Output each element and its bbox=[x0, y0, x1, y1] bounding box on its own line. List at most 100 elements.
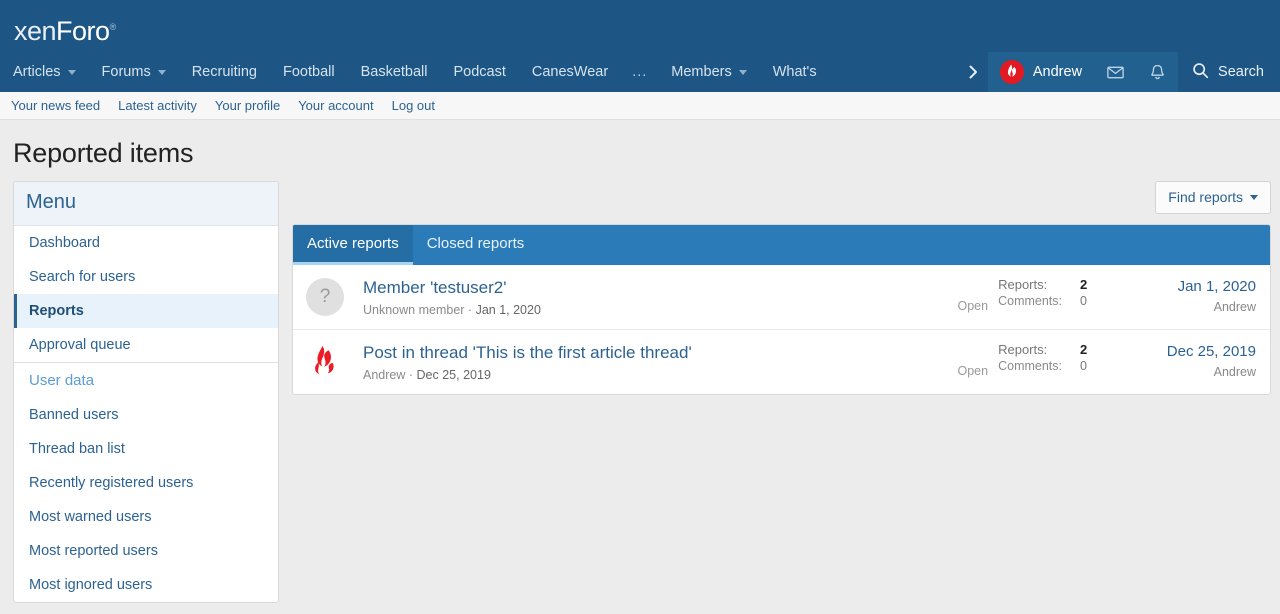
last-activity-user: Andrew bbox=[1128, 365, 1256, 379]
sidebar-item-thread-ban-list[interactable]: Thread ban list bbox=[14, 432, 278, 466]
tab-active-reports[interactable]: Active reports bbox=[293, 225, 413, 265]
chevron-down-icon bbox=[739, 70, 747, 75]
reports-count-label: Reports: bbox=[998, 342, 1062, 357]
sidebar-header: Menu bbox=[14, 182, 278, 226]
nav-item-whats-new[interactable]: What's bbox=[760, 52, 830, 92]
nav-item-label: What's bbox=[773, 64, 817, 80]
nav-overflow-menu[interactable]: ... bbox=[621, 52, 658, 92]
sidebar-item-approval-queue[interactable]: Approval queue bbox=[14, 328, 278, 362]
comments-count-label: Comments: bbox=[998, 294, 1062, 308]
sidebar-item-banned-users[interactable]: Banned users bbox=[14, 398, 278, 432]
sidebar: Menu Dashboard Search for users Reports … bbox=[13, 181, 279, 603]
last-activity-date[interactable]: Dec 25, 2019 bbox=[1128, 342, 1256, 362]
table-row[interactable]: Post in thread 'This is the first articl… bbox=[293, 330, 1270, 394]
visitor-name: Andrew bbox=[1033, 64, 1082, 80]
primary-navigation: Articles Forums Recruiting Football Bask… bbox=[0, 52, 1280, 92]
subnav-item-log-out[interactable]: Log out bbox=[392, 98, 435, 113]
envelope-icon[interactable] bbox=[1094, 52, 1136, 92]
nav-item-football[interactable]: Football bbox=[270, 52, 348, 92]
page-title: Reported items bbox=[0, 120, 1280, 181]
content-area: Find reports Active reports Closed repor… bbox=[292, 181, 1271, 395]
nav-items-container: Articles Forums Recruiting Football Bask… bbox=[0, 52, 960, 92]
report-title-link[interactable]: Member 'testuser2' bbox=[363, 277, 940, 299]
sidebar-item-dashboard[interactable]: Dashboard bbox=[14, 226, 278, 260]
report-last-activity: Dec 25, 2019 Andrew bbox=[1128, 342, 1256, 379]
meta-separator: · bbox=[468, 303, 472, 317]
report-main: Member 'testuser2' Unknown member · Jan … bbox=[363, 277, 940, 317]
search-label: Search bbox=[1218, 64, 1264, 80]
sidebar-item-recently-registered-users[interactable]: Recently registered users bbox=[14, 466, 278, 500]
visitor-menu-button[interactable]: Andrew bbox=[988, 52, 1094, 92]
report-post-date: Jan 1, 2020 bbox=[476, 303, 541, 317]
sidebar-item-most-ignored-users[interactable]: Most ignored users bbox=[14, 568, 278, 602]
reports-count-label: Reports: bbox=[998, 277, 1062, 292]
sidebar-section-user-data: User data bbox=[14, 363, 278, 398]
nav-item-label: Basketball bbox=[361, 64, 428, 80]
search-icon bbox=[1192, 62, 1209, 83]
comments-count-label: Comments: bbox=[998, 359, 1062, 373]
sidebar-item-most-reported-users[interactable]: Most reported users bbox=[14, 534, 278, 568]
nav-user-area: Andrew Search bbox=[988, 52, 1280, 92]
table-row[interactable]: ? Member 'testuser2' Unknown member · Ja… bbox=[293, 265, 1270, 330]
report-counts: Reports: 2 Comments: 0 bbox=[998, 342, 1128, 373]
nav-item-articles[interactable]: Articles bbox=[0, 52, 89, 92]
avatar: ? bbox=[306, 278, 344, 316]
bell-icon[interactable] bbox=[1136, 52, 1178, 92]
search-button[interactable]: Search bbox=[1178, 52, 1280, 92]
subnav-item-news-feed[interactable]: Your news feed bbox=[11, 98, 100, 113]
nav-item-label: Members bbox=[671, 64, 731, 80]
status-badge: Open bbox=[940, 299, 998, 317]
reports-count-value: 2 bbox=[1080, 277, 1122, 292]
report-meta: Unknown member · Jan 1, 2020 bbox=[363, 303, 940, 317]
nav-item-label: Football bbox=[283, 64, 335, 80]
nav-item-members[interactable]: Members bbox=[658, 52, 759, 92]
content-toolbar: Find reports bbox=[292, 181, 1271, 224]
sidebar-item-reports[interactable]: Reports bbox=[14, 294, 278, 328]
nav-item-label: Forums bbox=[102, 64, 151, 80]
nav-item-caneswear[interactable]: CanesWear bbox=[519, 52, 621, 92]
find-reports-label: Find reports bbox=[1168, 189, 1243, 205]
chevron-down-icon bbox=[158, 70, 166, 75]
sidebar-item-search-for-users[interactable]: Search for users bbox=[14, 260, 278, 294]
chevron-down-icon bbox=[1250, 195, 1258, 200]
find-reports-button[interactable]: Find reports bbox=[1155, 181, 1271, 214]
reports-list: ? Member 'testuser2' Unknown member · Ja… bbox=[293, 265, 1270, 394]
last-activity-user: Andrew bbox=[1128, 300, 1256, 314]
nav-item-recruiting[interactable]: Recruiting bbox=[179, 52, 270, 92]
nav-item-label: Recruiting bbox=[192, 64, 257, 80]
report-author: Unknown member bbox=[363, 303, 464, 317]
sidebar-item-most-warned-users[interactable]: Most warned users bbox=[14, 500, 278, 534]
site-header: xenForo® bbox=[0, 0, 1280, 52]
main-layout: Menu Dashboard Search for users Reports … bbox=[0, 181, 1280, 603]
report-title-link[interactable]: Post in thread 'This is the first articl… bbox=[363, 342, 940, 364]
reports-panel: Active reports Closed reports ? Member '… bbox=[292, 224, 1271, 395]
logo-text-bold: Foro bbox=[56, 16, 110, 46]
nav-item-forums[interactable]: Forums bbox=[89, 52, 179, 92]
subnav-item-your-account[interactable]: Your account bbox=[298, 98, 373, 113]
comments-count-value: 0 bbox=[1080, 359, 1122, 373]
subnav-item-your-profile[interactable]: Your profile bbox=[215, 98, 280, 113]
reports-count-value: 2 bbox=[1080, 342, 1122, 357]
chevron-down-icon bbox=[68, 70, 76, 75]
avatar bbox=[306, 343, 344, 381]
report-meta: Andrew · Dec 25, 2019 bbox=[363, 368, 940, 382]
subnav-item-latest-activity[interactable]: Latest activity bbox=[118, 98, 197, 113]
logo-text-light: xen bbox=[14, 16, 56, 46]
status-badge: Open bbox=[940, 364, 998, 382]
avatar bbox=[1000, 60, 1024, 84]
report-last-activity: Jan 1, 2020 Andrew bbox=[1128, 277, 1256, 314]
chevron-right-icon[interactable] bbox=[960, 52, 986, 92]
secondary-navigation: Your news feed Latest activity Your prof… bbox=[0, 92, 1280, 120]
site-logo[interactable]: xenForo® bbox=[14, 12, 116, 46]
question-mark-icon: ? bbox=[320, 286, 331, 308]
last-activity-date[interactable]: Jan 1, 2020 bbox=[1128, 277, 1256, 297]
nav-item-label: Articles bbox=[13, 64, 61, 80]
nav-item-basketball[interactable]: Basketball bbox=[348, 52, 441, 92]
nav-item-podcast[interactable]: Podcast bbox=[440, 52, 518, 92]
tab-closed-reports[interactable]: Closed reports bbox=[413, 225, 539, 265]
report-author: Andrew bbox=[363, 368, 405, 382]
nav-item-label: CanesWear bbox=[532, 64, 608, 80]
meta-separator: · bbox=[409, 368, 413, 382]
nav-item-label: Podcast bbox=[453, 64, 505, 80]
report-counts: Reports: 2 Comments: 0 bbox=[998, 277, 1128, 308]
